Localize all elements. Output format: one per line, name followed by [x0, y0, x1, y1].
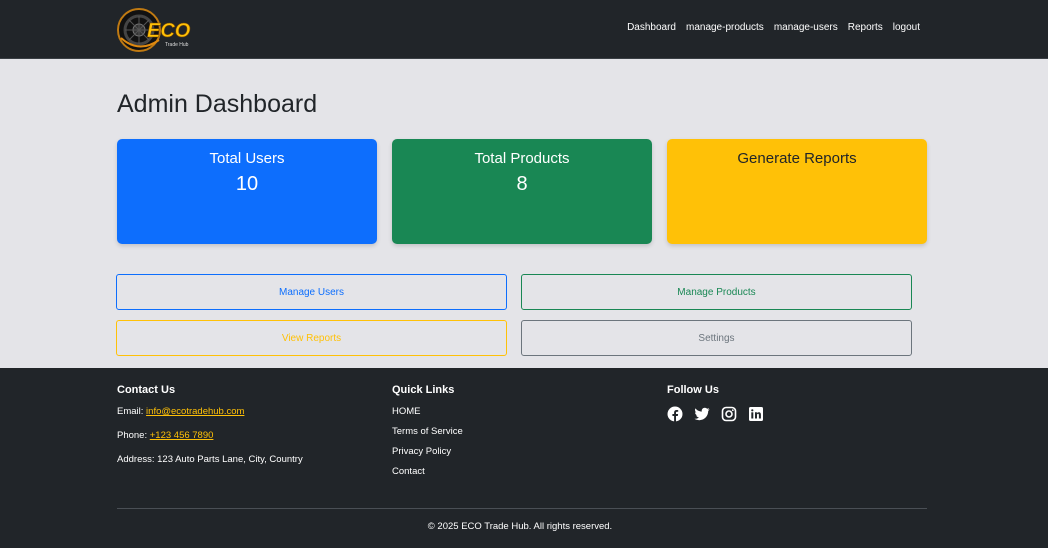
total-users-value: 10 — [235, 173, 259, 195]
linkedin-icon[interactable] — [748, 406, 764, 422]
nav-links: Dashboard manage-products manage-users R… — [627, 22, 920, 33]
nav-dashboard[interactable]: Dashboard — [627, 22, 676, 33]
manage-users-button[interactable]: Manage Users — [116, 274, 507, 310]
nav-manage-users[interactable]: manage-users — [774, 22, 838, 33]
total-users-card: Total Users 10 — [117, 139, 377, 244]
navbar: ECO Trade Hub Dashboard manage-products … — [0, 0, 1048, 59]
total-products-value: 8 — [516, 173, 528, 195]
instagram-icon[interactable] — [721, 406, 737, 422]
quick-link-home[interactable]: HOME — [392, 406, 463, 417]
quick-link-terms[interactable]: Terms of Service — [392, 426, 463, 437]
footer-divider — [117, 508, 927, 509]
total-products-card: Total Products 8 — [392, 139, 652, 244]
social-icons — [667, 406, 764, 422]
settings-button[interactable]: Settings — [521, 320, 912, 356]
facebook-icon[interactable] — [667, 406, 683, 422]
phone-label: Phone: — [117, 430, 150, 441]
contact-email: Email: info@ecotradehub.com — [117, 406, 303, 417]
total-users-title: Total Users — [209, 150, 285, 167]
generate-reports-title: Generate Reports — [737, 150, 857, 167]
nav-logout[interactable]: logout — [893, 22, 920, 33]
twitter-icon[interactable] — [694, 406, 710, 422]
main-content: Admin Dashboard Total Users 10 Total Pro… — [0, 60, 1048, 368]
footer-follow: Follow Us — [667, 384, 764, 422]
follow-heading: Follow Us — [667, 384, 719, 396]
nav-manage-products[interactable]: manage-products — [686, 22, 764, 33]
contact-phone: Phone: +123 456 7890 — [117, 430, 303, 441]
brand-logo[interactable]: ECO Trade Hub — [117, 6, 217, 54]
email-link[interactable]: info@ecotradehub.com — [146, 406, 244, 417]
logo-subtext: Trade Hub — [165, 42, 189, 48]
logo-text: ECO — [147, 20, 191, 42]
page-title: Admin Dashboard — [117, 90, 318, 118]
manage-products-button[interactable]: Manage Products — [521, 274, 912, 310]
footer-contact: Contact Us Email: info@ecotradehub.com P… — [117, 384, 303, 478]
quick-link-privacy[interactable]: Privacy Policy — [392, 446, 463, 457]
view-reports-button[interactable]: View Reports — [116, 320, 507, 356]
email-label: Email: — [117, 406, 147, 417]
nav-reports[interactable]: Reports — [848, 22, 883, 33]
total-products-title: Total Products — [474, 150, 570, 167]
contact-address: Address: 123 Auto Parts Lane, City, Coun… — [117, 454, 303, 465]
generate-reports-card[interactable]: Generate Reports — [667, 139, 927, 244]
footer: Contact Us Email: info@ecotradehub.com P… — [0, 368, 1048, 548]
quick-links-heading: Quick Links — [392, 384, 455, 396]
quick-links-list: HOME Terms of Service Privacy Policy Con… — [392, 406, 463, 477]
contact-heading: Contact Us — [117, 384, 176, 396]
phone-link[interactable]: +123 456 7890 — [150, 430, 214, 441]
quick-link-contact[interactable]: Contact — [392, 466, 463, 477]
footer-quick-links: Quick Links HOME Terms of Service Privac… — [392, 384, 463, 486]
copyright-text: © 2025 ECO Trade Hub. All rights reserve… — [427, 521, 613, 532]
tire-logo-icon: ECO Trade Hub — [117, 8, 191, 52]
